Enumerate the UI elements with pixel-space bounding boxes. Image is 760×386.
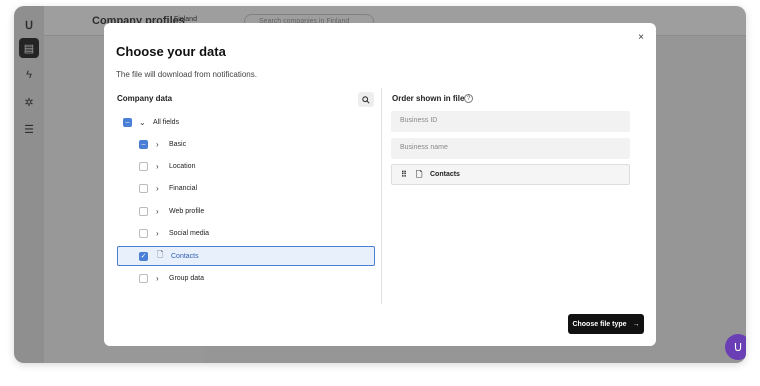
order-label: Contacts bbox=[430, 171, 460, 178]
choose-data-modal: Choose your data The file will download … bbox=[104, 23, 656, 346]
order-field-business-name: Business name bbox=[391, 138, 630, 159]
tree-row-all-fields[interactable]: – ⌄ All fields bbox=[117, 112, 375, 132]
arrow-right-icon: → bbox=[632, 320, 640, 328]
checkbox[interactable] bbox=[139, 161, 148, 171]
document-icon: 🗋 bbox=[416, 170, 423, 179]
chevron-right-icon[interactable]: › bbox=[156, 229, 159, 238]
checkbox[interactable] bbox=[139, 273, 148, 283]
document-icon: 🗋 bbox=[157, 250, 164, 259]
drag-handle-icon[interactable]: ⠿ bbox=[401, 170, 407, 179]
company-data-title: Company data bbox=[117, 94, 173, 103]
checkbox-partial[interactable]: – bbox=[123, 117, 132, 127]
chevron-right-icon[interactable]: › bbox=[156, 274, 159, 283]
tree-row-social-media[interactable]: › Social media bbox=[117, 223, 375, 243]
tree-label: All fields bbox=[153, 118, 180, 126]
tree-row-basic[interactable]: – › Basic bbox=[117, 134, 375, 154]
checkbox[interactable] bbox=[139, 228, 148, 238]
choose-file-type-button[interactable]: Choose file type → bbox=[568, 314, 644, 334]
checkbox-checked[interactable]: ✓ bbox=[139, 251, 148, 261]
tree-row-group-data[interactable]: › Group data bbox=[117, 268, 375, 288]
tree-label: Contacts bbox=[171, 252, 199, 260]
order-field-business-id: Business ID bbox=[391, 111, 630, 132]
search-icon[interactable] bbox=[358, 92, 374, 107]
order-field-contacts[interactable]: ⠿ 🗋 Contacts bbox=[391, 164, 630, 185]
tree-label: Location bbox=[169, 162, 196, 170]
checkbox[interactable] bbox=[139, 206, 148, 216]
modal-subtitle: The file will download from notification… bbox=[116, 70, 257, 79]
chevron-down-icon[interactable]: ⌄ bbox=[139, 118, 146, 127]
tree-label: Web profile bbox=[169, 207, 205, 215]
tree-row-contacts[interactable]: ✓ 🗋 Contacts bbox=[117, 246, 375, 266]
tree-label: Basic bbox=[169, 140, 187, 148]
chevron-right-icon[interactable]: › bbox=[156, 162, 159, 171]
tree-row-location[interactable]: › Location bbox=[117, 156, 375, 176]
modal-title: Choose your data bbox=[116, 44, 226, 59]
column-divider bbox=[381, 88, 382, 304]
chevron-right-icon[interactable]: › bbox=[156, 207, 159, 216]
close-icon[interactable]: × bbox=[635, 32, 647, 44]
chevron-right-icon[interactable]: › bbox=[156, 184, 159, 193]
button-label: Choose file type bbox=[572, 320, 627, 328]
tree-row-financial[interactable]: › Financial bbox=[117, 178, 375, 198]
tree-label: Group data bbox=[169, 274, 205, 282]
order-title: Order shown in file bbox=[392, 94, 465, 103]
tree-row-web-profile[interactable]: › Web profile bbox=[117, 201, 375, 221]
help-icon[interactable]: ? bbox=[464, 94, 473, 103]
chevron-right-icon[interactable]: › bbox=[156, 140, 159, 149]
tree-label: Financial bbox=[169, 184, 198, 192]
checkbox-partial[interactable]: – bbox=[139, 139, 148, 149]
chat-launcher-icon[interactable]: ᑌ bbox=[725, 334, 746, 360]
tree-label: Social media bbox=[169, 229, 210, 237]
checkbox[interactable] bbox=[139, 183, 148, 193]
